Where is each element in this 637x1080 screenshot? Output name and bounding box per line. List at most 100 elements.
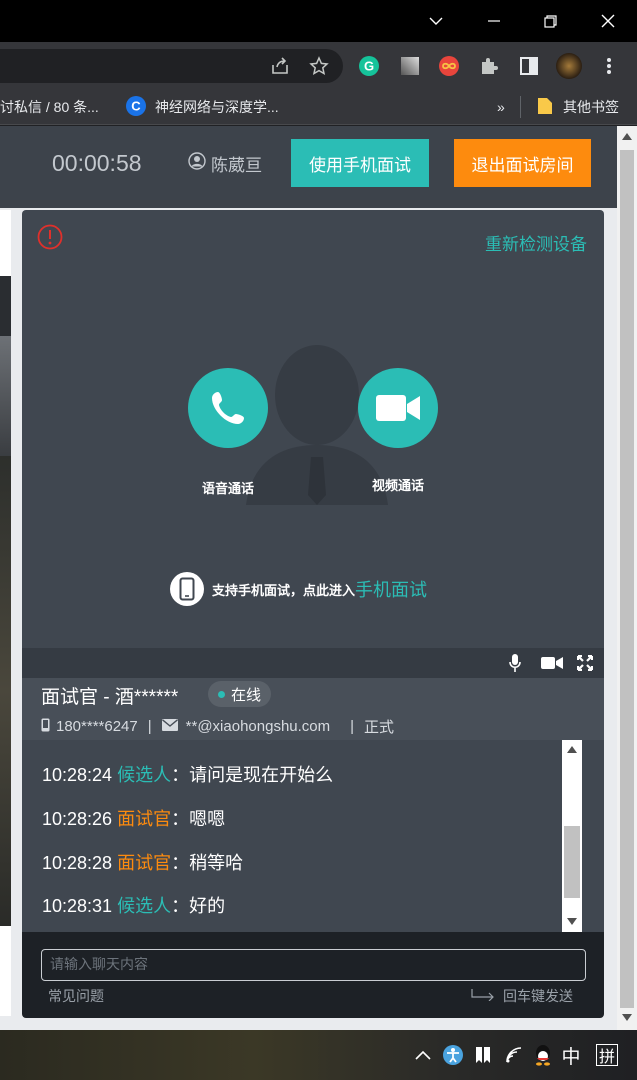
- chat-log: 10:28:24 候选人：请问是现在开始么 10:28:26 面试官：嗯嗯 10…: [22, 740, 604, 932]
- phone-icon: [188, 368, 268, 448]
- contact-row: 180****6247 | **@xiaohongshu.com | 正式: [41, 716, 394, 737]
- user-name: 陈葳亘: [211, 155, 262, 175]
- message-colon: ：: [171, 853, 190, 873]
- interviewer-info: 面试官 - 酒****** 在线 180****6247 | **@xiaoho…: [22, 678, 604, 740]
- bookmark-item[interactable]: C 神经网络与深度学...: [126, 95, 279, 119]
- message-time: 10:28:31: [42, 896, 113, 916]
- message-text: 好的: [189, 896, 226, 916]
- message-text: 嗯嗯: [189, 809, 226, 829]
- chevron-down-icon[interactable]: [407, 0, 465, 42]
- voice-call-button[interactable]: [188, 368, 268, 448]
- message-time: 10:28:28: [42, 853, 113, 873]
- message-role: 候选人: [117, 896, 172, 916]
- video-call-button[interactable]: [358, 368, 438, 448]
- share-icon[interactable]: [267, 53, 293, 79]
- bookmarks-overflow-button[interactable]: »: [497, 96, 505, 118]
- profile-avatar[interactable]: [556, 53, 582, 79]
- left-panel-band: [0, 276, 11, 336]
- call-timer: 00:00:58: [52, 150, 142, 176]
- minimize-button[interactable]: [465, 0, 523, 42]
- csdn-icon: C: [126, 95, 146, 119]
- interview-header: 00:00:58 陈葳亘 使用手机面试 退出面试房间: [0, 126, 617, 208]
- enter-key-icon: [471, 988, 495, 1004]
- microphone-icon[interactable]: [504, 652, 526, 674]
- chat-input[interactable]: [41, 949, 586, 981]
- faq-link[interactable]: 常见问题: [48, 986, 104, 1006]
- warning-icon[interactable]: [37, 224, 63, 250]
- user-icon: [188, 151, 206, 175]
- message-colon: ：: [171, 765, 190, 785]
- mobile-interview-link[interactable]: 手机面试: [355, 576, 427, 602]
- use-phone-interview-button[interactable]: 使用手机面试: [291, 139, 429, 187]
- close-button[interactable]: [579, 0, 637, 42]
- extensions-puzzle-icon[interactable]: [476, 53, 502, 79]
- exit-interview-button[interactable]: 退出面试房间: [454, 139, 591, 187]
- message-role: 面试官: [117, 809, 172, 829]
- ime-mode-label: 拼: [596, 1044, 618, 1066]
- message-time: 10:28:26: [42, 809, 113, 829]
- interviewer-email: **@xiaohongshu.com: [185, 718, 331, 735]
- window-title-bar: [0, 0, 637, 42]
- chevron-up-icon[interactable]: [410, 1040, 436, 1070]
- message-colon: ：: [171, 809, 190, 829]
- bookmark-label: 神经网络与深度学...: [155, 99, 279, 115]
- message-text: 请问是现在开始么: [189, 765, 334, 785]
- bookmark-app-icon[interactable]: [470, 1040, 496, 1070]
- interviewer-name: 面试官 - 酒******: [41, 687, 179, 708]
- more-vert-icon[interactable]: [596, 53, 622, 79]
- grammarly-icon[interactable]: G: [356, 53, 382, 79]
- enter-send-label: 回车键发送: [503, 988, 573, 1004]
- interviewer-type: 正式: [364, 719, 395, 736]
- bookmark-item[interactable]: 讨私信 / 80 条...: [0, 96, 99, 118]
- mobile-phone-icon: [170, 572, 204, 606]
- wifi-icon[interactable]: [502, 1040, 528, 1070]
- folder-icon: [537, 97, 553, 118]
- separator: |: [147, 718, 152, 735]
- separator: |: [350, 718, 355, 735]
- online-dot-icon: [218, 690, 225, 698]
- accessibility-icon[interactable]: [440, 1040, 466, 1070]
- user-info: 陈葳亘: [188, 146, 262, 180]
- message-role: 候选人: [117, 765, 172, 785]
- extension-gradient-icon[interactable]: [397, 53, 423, 79]
- chat-message: 10:28:28 面试官：稍等哈: [42, 849, 243, 875]
- bookmark-label: 其他书签: [563, 99, 619, 115]
- chat-message: 10:28:24 候选人：请问是现在开始么: [42, 761, 333, 787]
- message-role: 面试官: [117, 853, 172, 873]
- camera-icon[interactable]: [541, 652, 563, 674]
- message-text: 稍等哈: [189, 853, 244, 873]
- mobile-interview-prompt: 支持手机面试，点此进入 手机面试: [170, 572, 427, 606]
- bookmark-label: 讨私信 / 80 条...: [0, 99, 99, 115]
- mobile-interview-text: 支持手机面试，点此进入: [212, 582, 356, 598]
- side-panel-icon[interactable]: [516, 53, 542, 79]
- infinity-extension-icon[interactable]: [436, 53, 462, 79]
- enter-to-send[interactable]: 回车键发送: [471, 986, 573, 1006]
- svg-text:G: G: [364, 59, 374, 74]
- chat-scrollbar-thumb[interactable]: [564, 826, 580, 898]
- ime-language-indicator[interactable]: 中: [558, 1040, 584, 1070]
- qq-icon[interactable]: [530, 1040, 556, 1070]
- mobile-icon: [41, 718, 50, 736]
- restore-button[interactable]: [521, 0, 579, 42]
- page-content: 00:00:58 陈葳亘 使用手机面试 退出面试房间 重新检测设备 语音通话 视…: [0, 126, 617, 1030]
- chat-message: 10:28:31 候选人：好的: [42, 892, 225, 918]
- voice-call-label: 语音通话: [201, 481, 254, 496]
- video-call-label: 视频通话: [371, 478, 424, 493]
- left-panel-band: [0, 336, 11, 456]
- mail-icon: [161, 718, 178, 735]
- page-scrollbar-thumb[interactable]: [620, 150, 634, 1008]
- star-icon[interactable]: [306, 53, 332, 79]
- fullscreen-icon[interactable]: [574, 652, 596, 674]
- status-text: 在线: [231, 686, 262, 704]
- bookmark-divider: [520, 96, 521, 118]
- interviewer-phone: 180****6247: [56, 718, 138, 735]
- other-bookmarks-folder[interactable]: 其他书签: [537, 96, 619, 118]
- message-colon: ：: [171, 896, 190, 916]
- status-badge: 在线: [208, 681, 272, 707]
- chat-message: 10:28:26 面试官：嗯嗯: [42, 805, 225, 831]
- ime-mode-indicator[interactable]: 拼: [594, 1040, 620, 1070]
- redetect-device-link[interactable]: 重新检测设备: [485, 230, 587, 255]
- video-camera-icon: [358, 368, 438, 448]
- chat-input-area: 常见问题 回车键发送: [22, 932, 604, 1018]
- svg-text:C: C: [131, 98, 141, 113]
